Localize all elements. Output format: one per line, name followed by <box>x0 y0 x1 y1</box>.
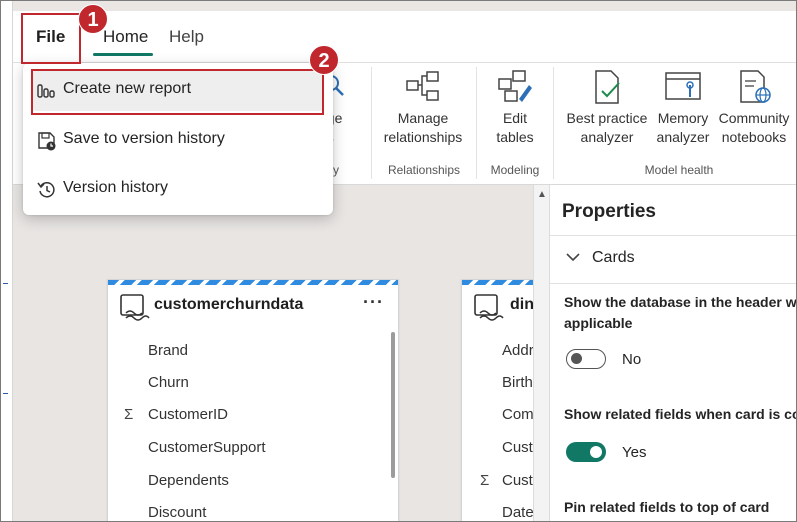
best-practice-icon <box>595 70 620 104</box>
best-practice-analyzer-button[interactable]: Best practice analyzer <box>561 69 653 147</box>
edit-tables-icon <box>498 70 532 102</box>
panel-scrollbar[interactable]: ▲ <box>533 185 550 521</box>
cards-section-toggle[interactable]: Cards <box>566 249 635 267</box>
tab-home[interactable]: Home <box>103 27 148 47</box>
menu-item-label: Save to version history <box>63 130 225 147</box>
group-label-relationships: Relationships <box>387 163 461 177</box>
edit-tables-button[interactable]: Edit tables <box>481 69 549 147</box>
group-label-model-health: Model health <box>644 163 714 177</box>
manage-relationships-line1: Manage <box>397 110 449 126</box>
edit-tables-line1: Edit <box>502 110 528 126</box>
best-practice-line2: analyzer <box>580 129 634 145</box>
table-title: din <box>510 296 534 313</box>
table-title: customerchurndata <box>154 296 304 313</box>
field-sigma: Σ <box>480 472 490 489</box>
show-db-header-label-cont: applicable <box>564 315 633 331</box>
menu-item-save-to-version-history[interactable]: Save to version history <box>33 119 323 161</box>
field-sigma: Σ <box>124 406 134 423</box>
community-notebooks-icon <box>740 70 771 103</box>
field-item[interactable]: Dependents <box>148 472 229 489</box>
edit-tables-line2: tables <box>496 129 534 145</box>
show-db-header-toggle[interactable] <box>566 349 606 369</box>
field-item[interactable]: Date <box>502 504 534 521</box>
relationships-icon <box>406 71 439 101</box>
table-header-stripe <box>108 280 398 285</box>
create-report-highlight-box <box>31 69 324 115</box>
save-history-icon <box>38 132 56 151</box>
table-card-customerchurndata[interactable]: customerchurndata ··· Brand Churn Σ Cust… <box>107 279 399 521</box>
scroll-up-icon[interactable]: ▲ <box>537 189 547 200</box>
show-related-fields-value: Yes <box>622 444 647 461</box>
memory-analyzer-icon <box>665 72 701 100</box>
field-item[interactable]: CustomerID <box>148 406 228 423</box>
memory-line1: Memory <box>657 110 709 126</box>
field-item[interactable]: Discount <box>148 504 206 521</box>
tab-bar: File Home Help <box>13 11 796 63</box>
properties-title: Properties <box>562 201 656 222</box>
table-header-stripe <box>462 280 541 285</box>
field-item[interactable]: Brand <box>148 342 188 359</box>
history-icon <box>37 182 55 198</box>
app-window: File Home Help age es rity Manage relati… <box>0 0 797 522</box>
memory-line2: analyzer <box>656 129 710 145</box>
field-item[interactable]: Cust <box>502 439 533 456</box>
callout-badge-1: 1 <box>78 4 108 34</box>
cards-section-label: Cards <box>592 249 635 266</box>
tab-home-underline <box>93 53 153 56</box>
chevron-down-icon <box>566 249 580 267</box>
show-db-header-label: Show the database in the header w <box>564 294 797 310</box>
field-item[interactable]: Cust <box>502 472 533 489</box>
table-icon <box>474 294 504 321</box>
table-icon <box>120 294 150 321</box>
pin-related-fields-label: Pin related fields to top of card <box>564 499 770 515</box>
callout-badge-2: 2 <box>309 45 339 75</box>
group-label-modeling: Modeling <box>490 163 540 177</box>
field-item[interactable]: Addr <box>502 342 534 359</box>
show-db-header-value: No <box>622 351 642 368</box>
best-practice-line1: Best practice <box>566 110 648 126</box>
tab-help[interactable]: Help <box>169 27 204 47</box>
table-card-din[interactable]: din Addr Birth Com Cust Σ Cust Date <box>461 279 541 521</box>
field-item[interactable]: CustomerSupport <box>148 439 266 456</box>
table-scrollbar[interactable] <box>391 332 395 478</box>
community-line1: Community <box>718 110 790 126</box>
show-related-fields-label: Show related fields when card is co <box>564 406 797 422</box>
file-highlight-box <box>21 13 81 64</box>
manage-relationships-line2: relationships <box>383 129 463 145</box>
show-related-fields-toggle[interactable] <box>566 442 606 462</box>
menu-item-label: Version history <box>63 179 168 196</box>
field-item[interactable]: Com <box>502 406 534 423</box>
community-notebooks-button[interactable]: Community notebooks <box>713 69 795 147</box>
community-line2: notebooks <box>721 129 787 145</box>
table-more-button[interactable]: ··· <box>363 292 384 313</box>
memory-analyzer-button[interactable]: Memory analyzer <box>653 69 713 147</box>
manage-relationships-button[interactable]: Manage relationships <box>375 69 471 147</box>
properties-pane: Properties Cards Show the database in th… <box>550 185 797 521</box>
field-item[interactable]: Churn <box>148 374 189 391</box>
field-item[interactable]: Birth <box>502 374 533 391</box>
model-canvas[interactable]: customerchurndata ··· Brand Churn Σ Cust… <box>13 185 541 521</box>
left-edge-strip <box>1 1 13 521</box>
menu-item-version-history[interactable]: Version history <box>33 168 323 210</box>
